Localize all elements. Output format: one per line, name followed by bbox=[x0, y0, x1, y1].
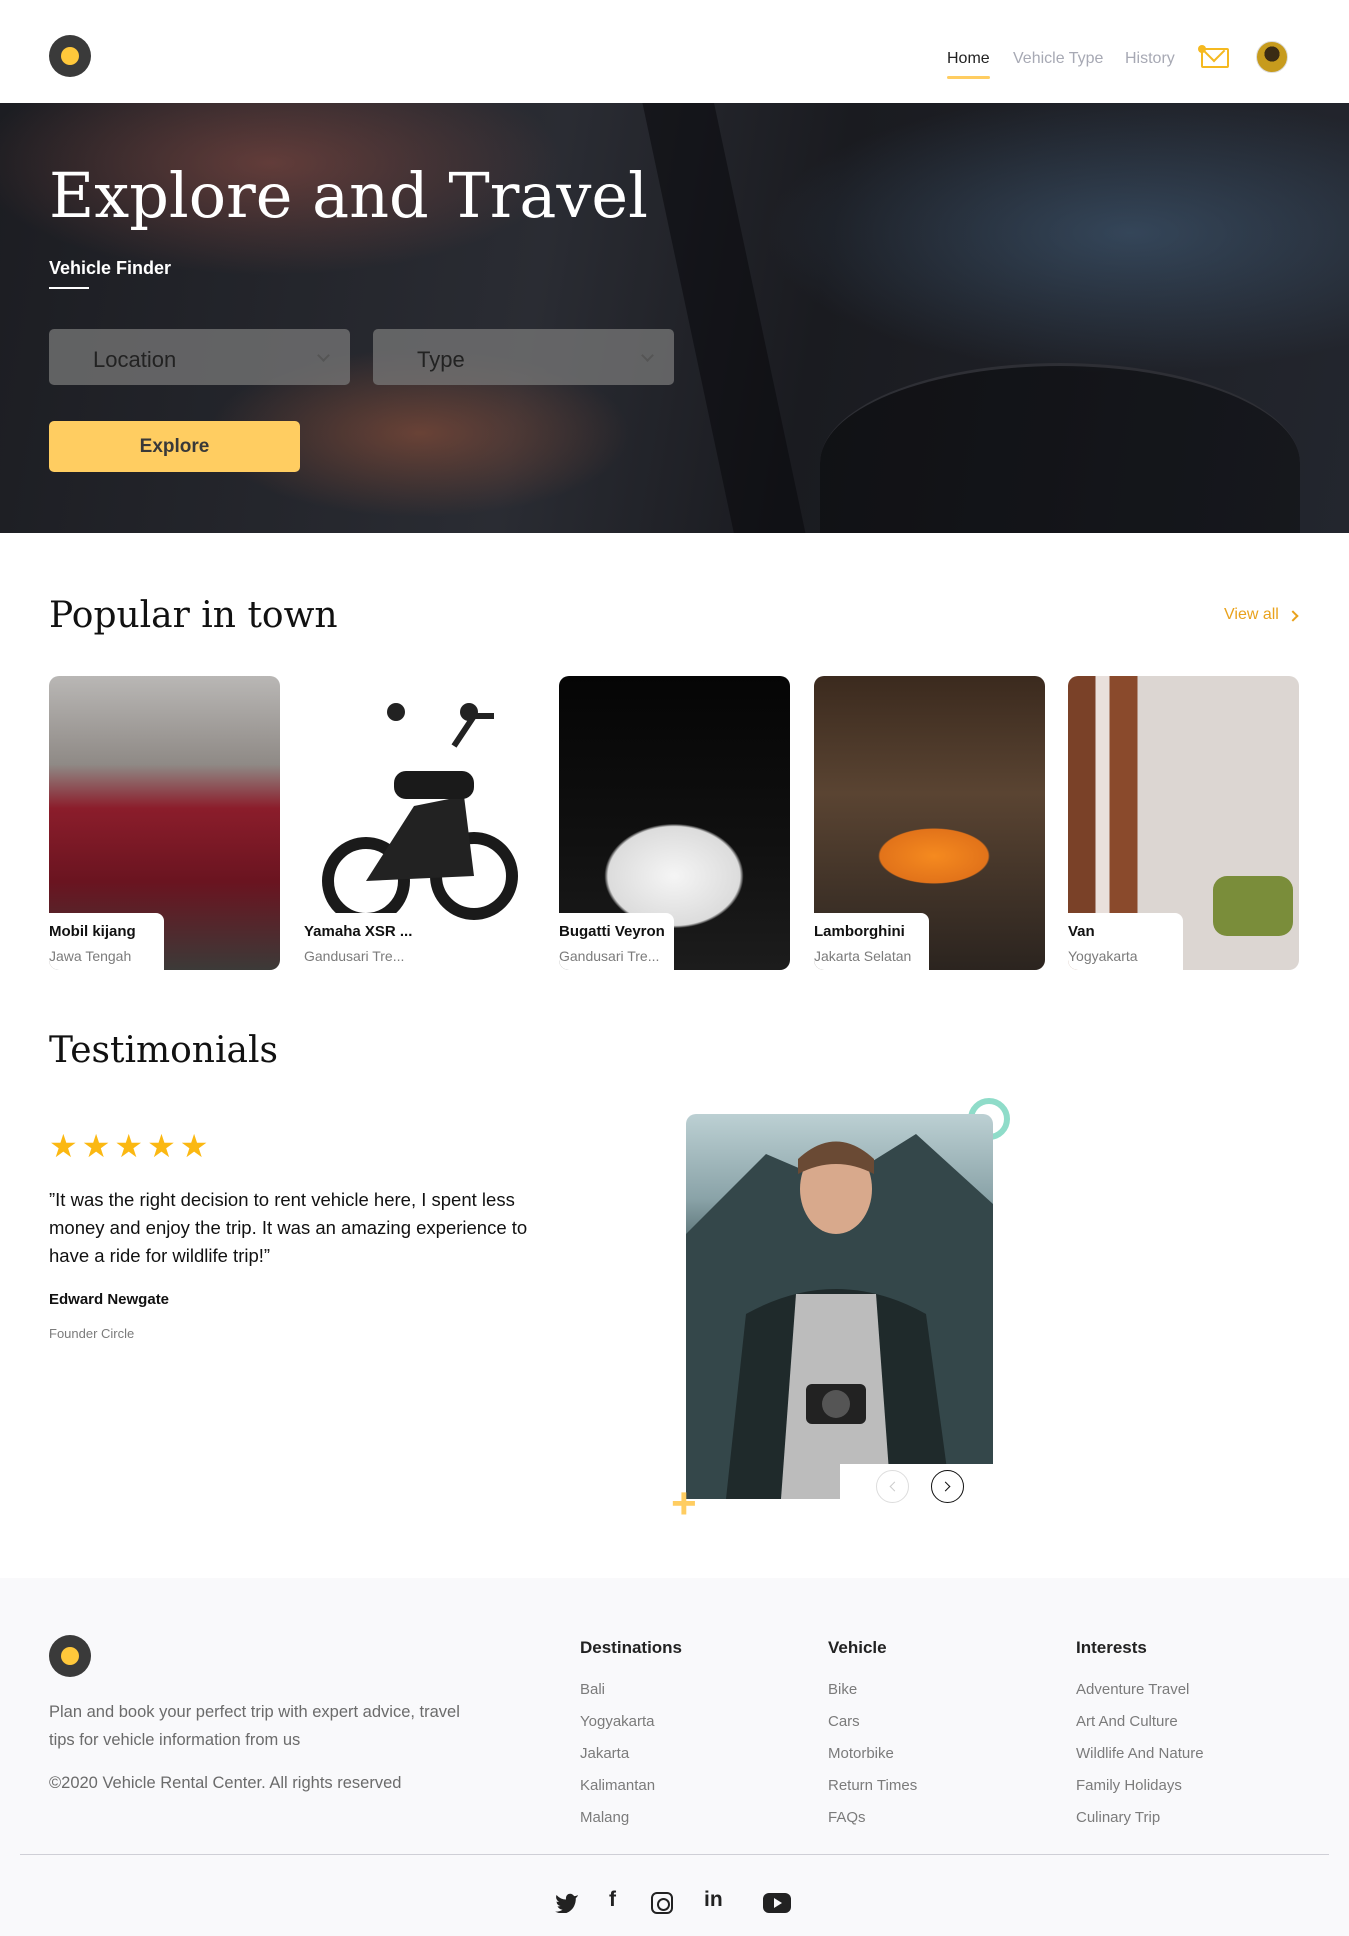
chevron-down-icon bbox=[641, 349, 654, 362]
footer-link[interactable]: FAQs bbox=[828, 1802, 917, 1834]
reviewer-photo bbox=[686, 1114, 993, 1499]
footer-link[interactable]: Culinary Trip bbox=[1076, 1802, 1204, 1834]
hero-title: Explore and Travel bbox=[49, 159, 648, 232]
location-select-label: Location bbox=[93, 347, 177, 372]
notification-dot bbox=[1198, 45, 1206, 53]
vehicle-name: Lamborghini bbox=[814, 923, 905, 940]
star-icon: ★ bbox=[49, 1128, 78, 1164]
footer-link[interactable]: Return Times bbox=[828, 1770, 917, 1802]
star-icon: ★ bbox=[147, 1128, 176, 1164]
footer-link[interactable]: Yogyakarta bbox=[580, 1706, 682, 1738]
footer-link[interactable]: Art And Culture bbox=[1076, 1706, 1204, 1738]
vehicle-card[interactable]: Bugatti Veyron Gandusari Tre... bbox=[559, 676, 790, 970]
avatar[interactable] bbox=[1256, 41, 1288, 73]
plus-decoration-icon: + bbox=[671, 1479, 697, 1528]
vehicle-name: Yamaha XSR ... bbox=[304, 923, 413, 940]
vehicle-location: Jakarta Selatan bbox=[814, 948, 912, 964]
vehicle-name: Mobil kijang bbox=[49, 923, 136, 940]
reviewer-name: Edward Newgate bbox=[49, 1291, 170, 1308]
footer-column-title: Vehicle bbox=[828, 1638, 887, 1657]
next-button[interactable] bbox=[931, 1470, 964, 1503]
footer-column-interests: Interests Adventure Travel Art And Cultu… bbox=[1076, 1638, 1204, 1834]
footer-link[interactable]: Jakarta bbox=[580, 1738, 682, 1770]
vehicle-card[interactable]: Van Yogyakarta bbox=[1068, 676, 1299, 970]
vehicle-name: Bugatti Veyron bbox=[559, 923, 665, 940]
card-caption: Yamaha XSR ... Gandusari Tre... bbox=[304, 913, 419, 970]
star-icon: ★ bbox=[81, 1128, 111, 1164]
nav-link-history[interactable]: History bbox=[1125, 50, 1175, 68]
type-select[interactable]: Type bbox=[373, 329, 674, 385]
linkedin-icon[interactable]: in bbox=[704, 1888, 723, 1912]
vehicle-location: Gandusari Tre... bbox=[304, 948, 405, 964]
footer-link[interactable]: Malang bbox=[580, 1802, 682, 1834]
footer: Plan and book your perfect trip with exp… bbox=[0, 1578, 1349, 1936]
van-shape bbox=[1213, 876, 1293, 936]
footer-link[interactable]: Kalimantan bbox=[580, 1770, 682, 1802]
footer-link[interactable]: Cars bbox=[828, 1706, 917, 1738]
testimonials-title: Testimonials bbox=[49, 1030, 278, 1071]
type-select-label: Type bbox=[417, 347, 465, 372]
vehicle-card[interactable]: Lamborghini Jakarta Selatan bbox=[814, 676, 1045, 970]
instagram-icon[interactable] bbox=[651, 1892, 673, 1914]
copyright: ©2020 Vehicle Rental Center. All rights … bbox=[49, 1774, 402, 1792]
chevron-right-icon[interactable] bbox=[1287, 610, 1299, 622]
star-icon: ★ bbox=[179, 1128, 209, 1164]
hero-banner: Explore and Travel Vehicle Finder Locati… bbox=[0, 103, 1349, 533]
vehicle-location: Yogyakarta bbox=[1068, 948, 1138, 964]
card-caption: Lamborghini Jakarta Selatan bbox=[814, 913, 929, 970]
footer-column-vehicle: Vehicle Bike Cars Motorbike Return Times… bbox=[828, 1638, 917, 1834]
vehicle-card[interactable]: Mobil kijang Jawa Tengah bbox=[49, 676, 280, 970]
vehicle-location: Jawa Tengah bbox=[49, 948, 132, 964]
chevron-right-icon bbox=[940, 1481, 951, 1492]
location-select[interactable]: Location bbox=[49, 329, 350, 385]
chevron-down-icon bbox=[317, 349, 330, 362]
hero-window-frame bbox=[640, 103, 810, 533]
footer-link[interactable]: Bali bbox=[580, 1674, 682, 1706]
vehicle-name: Van bbox=[1068, 923, 1095, 940]
explore-button[interactable]: Explore bbox=[49, 421, 300, 472]
reviewer-role: Founder Circle bbox=[49, 1326, 135, 1341]
footer-column-title: Interests bbox=[1076, 1638, 1147, 1657]
footer-link[interactable]: Bike bbox=[828, 1674, 917, 1706]
card-caption: Bugatti Veyron Gandusari Tre... bbox=[559, 913, 674, 970]
logo-icon[interactable] bbox=[49, 35, 91, 77]
testimonial-quote: ”It was the right decision to rent vehic… bbox=[49, 1189, 528, 1266]
footer-column-destinations: Destinations Bali Yogyakarta Jakarta Kal… bbox=[580, 1638, 682, 1834]
twitter-icon[interactable] bbox=[555, 1893, 579, 1913]
hero-side-mirror bbox=[820, 363, 1300, 533]
footer-link[interactable]: Wildlife And Nature bbox=[1076, 1738, 1204, 1770]
nav-link-vehicle-type[interactable]: Vehicle Type bbox=[1013, 50, 1103, 68]
logo-icon[interactable] bbox=[49, 1635, 91, 1677]
popular-title: Popular in town bbox=[49, 595, 338, 636]
photo-cutout bbox=[840, 1464, 1000, 1504]
footer-link[interactable]: Motorbike bbox=[828, 1738, 917, 1770]
card-caption: Van Yogyakarta bbox=[1068, 913, 1183, 970]
navbar: Home Vehicle Type History bbox=[0, 0, 1349, 103]
footer-description: Plan and book your perfect trip with exp… bbox=[49, 1703, 460, 1749]
footer-link[interactable]: Family Holidays bbox=[1076, 1770, 1204, 1802]
vehicle-finder-label: Vehicle Finder bbox=[49, 258, 172, 278]
star-icon: ★ bbox=[114, 1128, 144, 1164]
reviewer-photo-figure bbox=[686, 1134, 993, 1499]
rating-stars: ★ ★ ★ ★ ★ bbox=[49, 1130, 212, 1162]
youtube-icon[interactable] bbox=[763, 1893, 791, 1913]
vehicle-location: Gandusari Tre... bbox=[559, 948, 660, 964]
chevron-left-icon bbox=[889, 1481, 900, 1492]
nav-link-home[interactable]: Home bbox=[947, 50, 990, 79]
footer-link[interactable]: Adventure Travel bbox=[1076, 1674, 1204, 1706]
footer-column-title: Destinations bbox=[580, 1638, 683, 1657]
card-caption: Mobil kijang Jawa Tengah bbox=[49, 913, 164, 970]
footer-divider bbox=[20, 1854, 1329, 1855]
vehicle-finder-underline bbox=[49, 287, 89, 289]
facebook-icon[interactable]: f bbox=[609, 1888, 616, 1912]
view-all-link[interactable]: View all bbox=[1224, 606, 1279, 624]
previous-button[interactable] bbox=[876, 1470, 909, 1503]
vehicle-card[interactable]: Yamaha XSR ... Gandusari Tre... bbox=[304, 676, 535, 970]
